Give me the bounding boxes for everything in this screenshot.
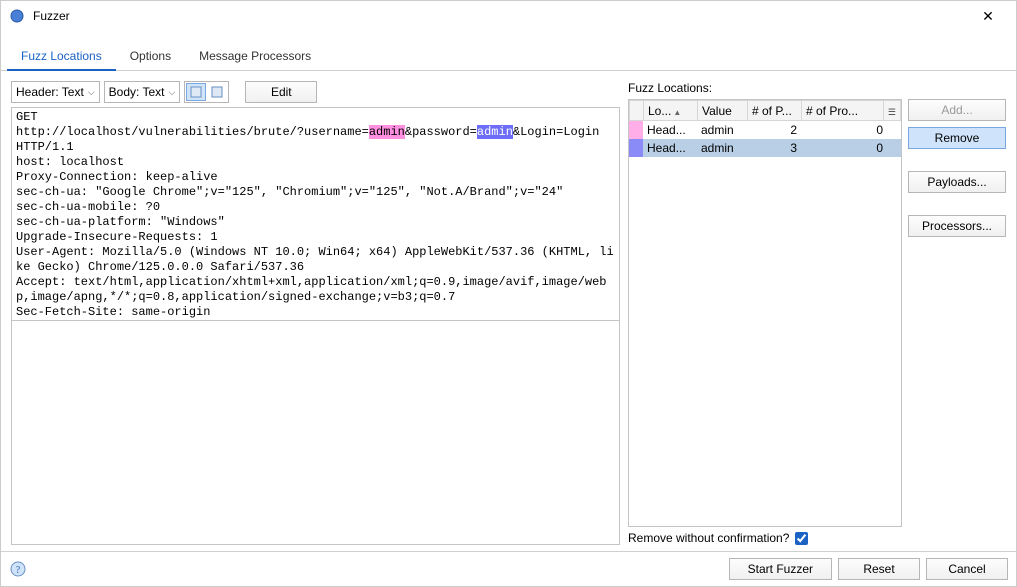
- cell-payloads: 2: [747, 121, 801, 139]
- layout-split-icon[interactable]: [207, 83, 227, 101]
- remove-confirm-checkbox[interactable]: [795, 532, 808, 545]
- column-menu-icon: ☰: [888, 107, 896, 117]
- cancel-button[interactable]: Cancel: [926, 558, 1008, 580]
- column-value[interactable]: Value: [698, 101, 748, 121]
- cell-value: admin: [697, 121, 747, 139]
- cell-processors: 0: [801, 139, 887, 157]
- table-row[interactable]: Head... admin 3 0: [629, 139, 901, 157]
- request-text-pre: GET http://localhost/vulnerabilities/bru…: [16, 110, 369, 139]
- tab-options[interactable]: Options: [116, 43, 185, 70]
- body-view-label: Body: Text: [109, 85, 165, 99]
- header-view-label: Header: Text: [16, 85, 84, 99]
- request-header-textarea[interactable]: GET http://localhost/vulnerabilities/bru…: [11, 107, 620, 321]
- column-payloads[interactable]: # of P...: [748, 101, 802, 121]
- start-fuzzer-button[interactable]: Start Fuzzer: [729, 558, 832, 580]
- fuzz-highlight-1: admin: [369, 125, 405, 139]
- request-text-post: &Login=Login HTTP/1.1 host: localhost Pr…: [16, 125, 614, 319]
- cell-payloads: 3: [747, 139, 801, 157]
- dialog-footer: ? Start Fuzzer Reset Cancel: [1, 551, 1016, 586]
- message-panel: Header: Text ⌵ Body: Text ⌵ Edit: [11, 81, 620, 545]
- column-color[interactable]: [630, 101, 644, 121]
- confirm-row: Remove without confirmation?: [628, 527, 1006, 545]
- row-color-swatch: [629, 121, 643, 139]
- titlebar: Fuzzer ✕: [1, 1, 1016, 31]
- help-icon[interactable]: ?: [9, 560, 27, 578]
- window-title: Fuzzer: [33, 9, 968, 23]
- payloads-button[interactable]: Payloads...: [908, 171, 1006, 193]
- column-processors[interactable]: # of Pro...: [802, 101, 884, 121]
- app-icon: [9, 8, 25, 24]
- locations-table: Lo...▲ Value # of P... # of Pro... ☰: [629, 100, 901, 121]
- cell-processors: 0: [801, 121, 887, 139]
- table-row[interactable]: Head... admin 2 0: [629, 121, 901, 139]
- locations-panel: Fuzz Locations: Lo...▲ Value # of P... #…: [628, 81, 1006, 545]
- column-menu[interactable]: ☰: [883, 101, 900, 121]
- layout-single-icon[interactable]: [186, 83, 206, 101]
- locations-table-wrap: Lo...▲ Value # of P... # of Pro... ☰: [628, 99, 902, 527]
- confirm-label: Remove without confirmation?: [628, 531, 789, 545]
- reset-button[interactable]: Reset: [838, 558, 920, 580]
- remove-button[interactable]: Remove: [908, 127, 1006, 149]
- row-color-swatch: [629, 139, 643, 157]
- processors-button[interactable]: Processors...: [908, 215, 1006, 237]
- cell-location: Head...: [643, 121, 697, 139]
- cell-value: admin: [697, 139, 747, 157]
- fuzz-highlight-2: admin: [477, 125, 513, 139]
- request-text-mid: &password=: [405, 125, 477, 139]
- edit-button[interactable]: Edit: [245, 81, 317, 103]
- request-body-textarea[interactable]: [11, 321, 620, 545]
- tab-fuzz-locations[interactable]: Fuzz Locations: [7, 43, 116, 70]
- chevron-down-icon: ⌵: [88, 87, 95, 98]
- header-view-dropdown[interactable]: Header: Text ⌵: [11, 81, 100, 103]
- close-icon[interactable]: ✕: [968, 8, 1008, 25]
- add-button[interactable]: Add...: [908, 99, 1006, 121]
- body-view-dropdown[interactable]: Body: Text ⌵: [104, 81, 181, 103]
- cell-location: Head...: [643, 139, 697, 157]
- svg-text:?: ?: [16, 565, 21, 576]
- tab-bar: Fuzz Locations Options Message Processor…: [1, 43, 1016, 71]
- chevron-down-icon: ⌵: [168, 87, 175, 98]
- message-toolbar: Header: Text ⌵ Body: Text ⌵ Edit: [11, 81, 620, 103]
- locations-heading: Fuzz Locations:: [628, 81, 1006, 95]
- tab-message-processors[interactable]: Message Processors: [185, 43, 325, 70]
- locations-side-buttons: Add... Remove Payloads... Processors...: [908, 99, 1006, 527]
- sort-asc-icon: ▲: [673, 108, 681, 117]
- layout-toggle-group: [184, 81, 229, 103]
- column-location[interactable]: Lo...▲: [644, 101, 698, 121]
